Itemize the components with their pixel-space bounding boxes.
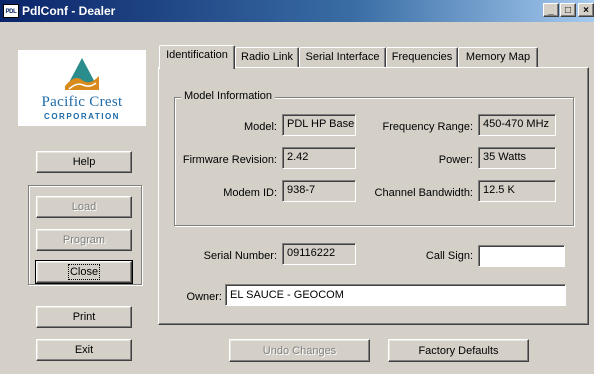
model-label: Model: <box>243 121 277 133</box>
channel-bandwidth-label: Channel Bandwidth: <box>374 187 473 199</box>
undo-changes-button[interactable]: Undo Changes <box>229 339 370 362</box>
title-bar: PDL PdlConf - Dealer _ □ × <box>0 0 594 22</box>
serial-number-value: 09116222 <box>282 243 356 265</box>
firmware-revision-label: Firmware Revision: <box>182 154 277 166</box>
help-button[interactable]: Help <box>36 151 132 173</box>
app-icon: PDL <box>3 4 19 18</box>
power-value: 35 Watts <box>478 147 556 169</box>
model-info-legend: Model Information <box>181 90 276 102</box>
logo-name: Pacific Crest <box>41 94 123 110</box>
frequency-range-value: 450-470 MHz <box>478 114 556 136</box>
serial-number-label: Serial Number: <box>203 250 277 262</box>
program-button[interactable]: Program <box>36 229 132 251</box>
minimize-button[interactable]: _ <box>543 3 559 17</box>
tab-identification[interactable]: Identification <box>159 45 235 69</box>
call-sign-label: Call Sign: <box>425 250 473 262</box>
tab-memory-map[interactable]: Memory Map <box>458 47 538 67</box>
owner-label: Owner: <box>186 291 222 303</box>
call-sign-input[interactable] <box>478 245 565 267</box>
modem-id-value: 938-7 <box>282 180 356 202</box>
tab-frequencies[interactable]: Frequencies <box>386 47 458 67</box>
model-value: PDL HP Base <box>282 114 356 136</box>
firmware-revision-value: 2.42 <box>282 147 356 169</box>
close-window-button[interactable]: × <box>578 3 594 17</box>
logo-mark-icon <box>65 58 99 90</box>
window-title: PdlConf - Dealer <box>22 4 116 18</box>
tab-radio-link[interactable]: Radio Link <box>235 47 299 67</box>
modem-id-label: Modem ID: <box>223 187 277 199</box>
power-label: Power: <box>438 154 473 166</box>
maximize-button[interactable]: □ <box>560 3 576 17</box>
exit-button[interactable]: Exit <box>36 339 132 361</box>
owner-input[interactable] <box>225 284 566 306</box>
tab-serial-interface[interactable]: Serial Interface <box>299 47 386 67</box>
frequency-range-label: Frequency Range: <box>382 121 474 133</box>
channel-bandwidth-value: 12.5 K <box>478 180 556 202</box>
load-button[interactable]: Load <box>36 196 132 218</box>
print-button[interactable]: Print <box>36 306 132 328</box>
factory-defaults-button[interactable]: Factory Defaults <box>388 339 529 362</box>
company-logo: Pacific Crest CORPORATION <box>18 50 146 126</box>
close-button[interactable]: Close <box>35 260 133 284</box>
logo-subtitle: CORPORATION <box>44 112 120 121</box>
